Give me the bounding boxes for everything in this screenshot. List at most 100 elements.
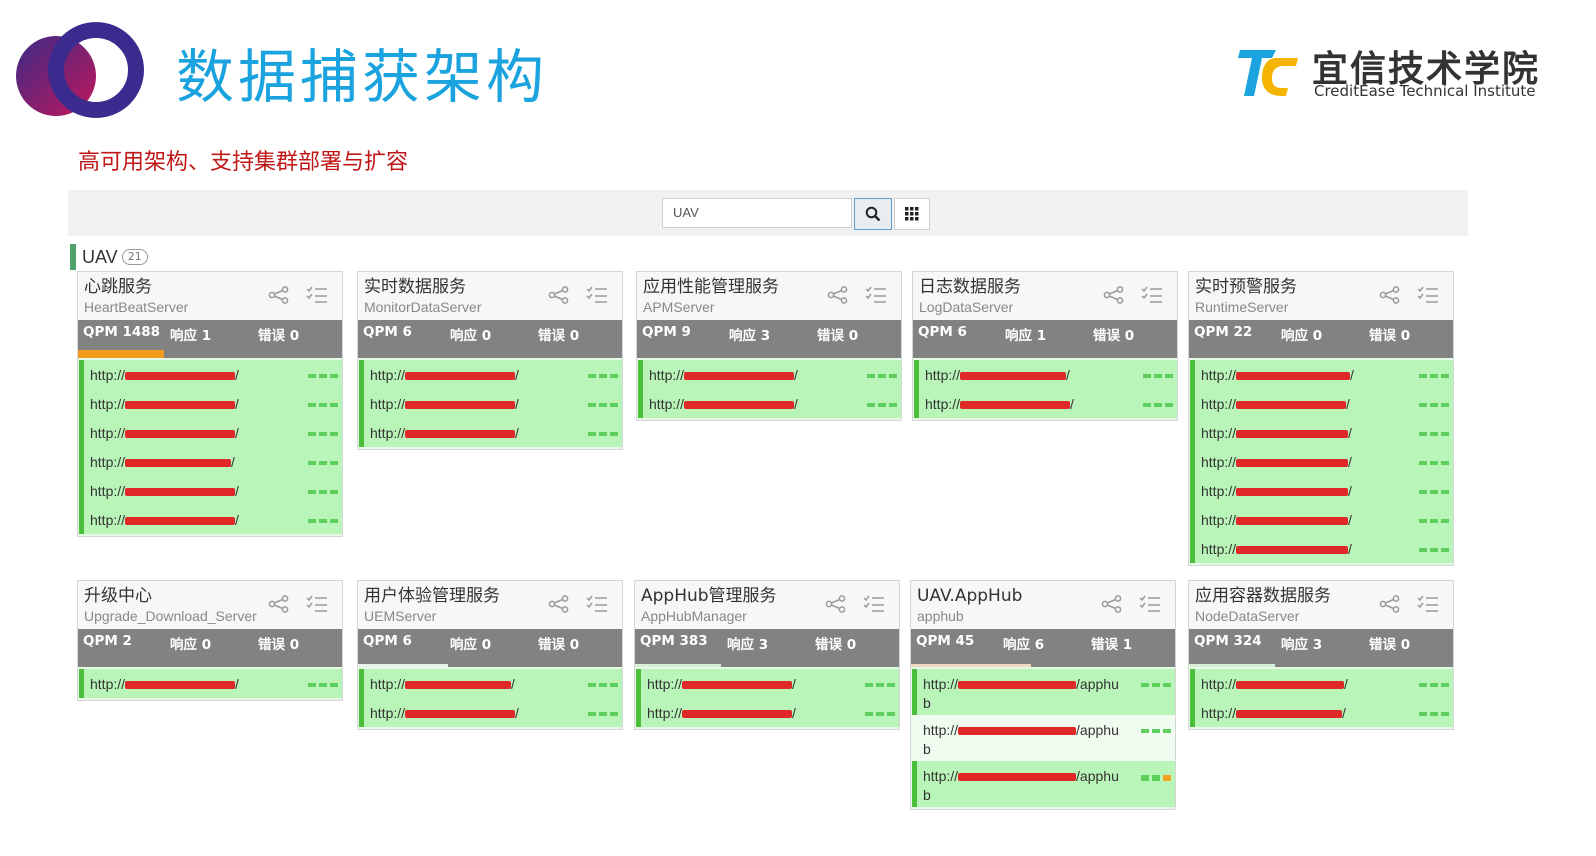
list-icon[interactable] bbox=[306, 286, 328, 304]
endpoint-url-suffix: / bbox=[794, 396, 798, 412]
endpoint-row[interactable]: http:// / bbox=[359, 418, 622, 447]
card-header: 实时数据服务 MonitorDataServer bbox=[358, 272, 622, 320]
endpoint-row[interactable]: http:// / bbox=[79, 360, 342, 389]
service-card[interactable]: 实时数据服务 MonitorDataServer QPM 6 响应 0 错误 0… bbox=[357, 271, 623, 450]
endpoint-url-suffix: / bbox=[515, 425, 519, 441]
card-header: 实时预警服务 RuntimeServer bbox=[1189, 272, 1453, 320]
share-icon[interactable] bbox=[268, 286, 290, 304]
search-input[interactable]: UAV bbox=[662, 198, 852, 228]
service-card[interactable]: 升级中心 Upgrade_Download_Server QPM 2 响应 0 … bbox=[77, 580, 343, 701]
endpoint-row[interactable]: http:///apphub bbox=[912, 669, 1175, 715]
endpoint-list: http:///apphub http:///apphub http:///ap… bbox=[911, 667, 1175, 809]
service-card[interactable]: 应用容器数据服务 NodeDataServer QPM 324 响应 3 错误 … bbox=[1188, 580, 1454, 730]
endpoint-url: http:// / bbox=[649, 395, 849, 414]
endpoint-row[interactable]: http:// / bbox=[359, 698, 622, 727]
endpoint-row[interactable]: http:// / bbox=[359, 360, 622, 389]
share-icon[interactable] bbox=[548, 595, 570, 613]
search-toolbar: UAV bbox=[68, 190, 1468, 236]
endpoint-row[interactable]: http:// / bbox=[1190, 360, 1453, 389]
slide-subtitle: 高可用架构、支持集群部署与扩容 bbox=[78, 150, 409, 175]
endpoint-list: http:// / http:// / bbox=[1189, 667, 1453, 729]
endpoint-row[interactable]: http:// / bbox=[1190, 669, 1453, 698]
service-card[interactable]: 日志数据服务 LogDataServer QPM 6 响应 1 错误 0 htt… bbox=[912, 271, 1178, 421]
endpoint-row[interactable]: http:// / bbox=[79, 447, 342, 476]
list-icon[interactable] bbox=[1417, 595, 1439, 613]
share-icon[interactable] bbox=[827, 286, 849, 304]
error-stat: 错误 0 bbox=[538, 328, 580, 344]
endpoint-url: http:// / bbox=[370, 704, 570, 723]
card-actions bbox=[1379, 286, 1439, 304]
service-card[interactable]: 实时预警服务 RuntimeServer QPM 22 响应 0 错误 0 ht… bbox=[1188, 271, 1454, 566]
status-sparkline bbox=[588, 374, 618, 378]
redacted-address bbox=[1236, 517, 1349, 526]
search-button[interactable] bbox=[854, 198, 892, 230]
endpoint-row[interactable]: http:// / bbox=[638, 360, 901, 389]
list-icon[interactable] bbox=[865, 286, 887, 304]
redacted-address bbox=[1236, 459, 1349, 468]
share-icon[interactable] bbox=[1103, 286, 1125, 304]
endpoint-row[interactable]: http:// / bbox=[636, 669, 899, 698]
endpoint-row[interactable]: http:// / bbox=[914, 360, 1177, 389]
endpoint-row[interactable]: http:// / bbox=[79, 476, 342, 505]
card-header: 心跳服务 HeartBeatServer bbox=[78, 272, 342, 320]
share-icon[interactable] bbox=[1379, 595, 1401, 613]
endpoint-url: http:// / bbox=[90, 424, 290, 443]
list-icon[interactable] bbox=[1141, 286, 1163, 304]
status-sparkline bbox=[865, 683, 895, 687]
endpoint-row[interactable]: http:// / bbox=[1190, 698, 1453, 727]
error-stat: 错误 0 bbox=[817, 328, 859, 344]
share-icon[interactable] bbox=[825, 595, 847, 613]
endpoint-row[interactable]: http:///apphub bbox=[912, 761, 1175, 807]
endpoint-row[interactable]: http:// / bbox=[914, 389, 1177, 418]
share-icon[interactable] bbox=[548, 286, 570, 304]
service-card[interactable]: UAV.AppHub apphub QPM 45 响应 6 错误 1 http:… bbox=[910, 580, 1176, 810]
list-icon[interactable] bbox=[1139, 595, 1161, 613]
list-icon[interactable] bbox=[1417, 286, 1439, 304]
service-card[interactable]: AppHub管理服务 AppHubManager QPM 383 响应 3 错误… bbox=[634, 580, 900, 730]
endpoint-row[interactable]: http:///apphub bbox=[912, 715, 1175, 761]
endpoint-url-prefix: http:// bbox=[370, 396, 406, 412]
service-card[interactable]: 用户体验管理服务 UEMServer QPM 6 响应 0 错误 0 http:… bbox=[357, 580, 623, 730]
service-card[interactable]: 应用性能管理服务 APMServer QPM 9 响应 3 错误 0 http:… bbox=[636, 271, 902, 421]
endpoint-row[interactable]: http:// / bbox=[79, 505, 342, 534]
endpoint-row[interactable]: http:// / bbox=[359, 389, 622, 418]
share-icon[interactable] bbox=[268, 595, 290, 613]
list-icon[interactable] bbox=[586, 286, 608, 304]
endpoint-row[interactable]: http:// / bbox=[1190, 476, 1453, 505]
endpoint-row[interactable]: http:// / bbox=[79, 669, 342, 698]
endpoint-row[interactable]: http:// / bbox=[1190, 389, 1453, 418]
share-icon[interactable] bbox=[1101, 595, 1123, 613]
endpoint-url-suffix: / bbox=[235, 425, 239, 441]
stat-bar: QPM 324 响应 3 错误 0 bbox=[1189, 629, 1453, 667]
error-stat: 错误 0 bbox=[1369, 328, 1411, 344]
qpm-stat: QPM 6 bbox=[363, 633, 412, 649]
endpoint-url-prefix: http:// bbox=[1201, 705, 1237, 721]
list-icon[interactable] bbox=[586, 595, 608, 613]
endpoint-row[interactable]: http:// / bbox=[636, 698, 899, 727]
redacted-address bbox=[405, 710, 516, 719]
status-sparkline bbox=[1419, 683, 1449, 687]
endpoint-row[interactable]: http:// / bbox=[79, 418, 342, 447]
grid-view-button[interactable] bbox=[894, 198, 930, 230]
service-card[interactable]: 心跳服务 HeartBeatServer QPM 1488 响应 1 错误 0 … bbox=[77, 271, 343, 537]
stat-bar: QPM 6 响应 0 错误 0 bbox=[358, 320, 622, 358]
endpoint-url-prefix: http:// bbox=[923, 676, 959, 692]
endpoint-row[interactable]: http:// / bbox=[79, 389, 342, 418]
endpoint-row[interactable]: http:// / bbox=[1190, 534, 1453, 563]
stat-bar: QPM 2 响应 0 错误 0 bbox=[78, 629, 342, 667]
card-header: 用户体验管理服务 UEMServer bbox=[358, 581, 622, 629]
endpoint-url: http:// / bbox=[90, 395, 290, 414]
endpoint-row[interactable]: http:// / bbox=[1190, 505, 1453, 534]
endpoint-row[interactable]: http:// / bbox=[1190, 447, 1453, 476]
list-icon[interactable] bbox=[306, 595, 328, 613]
endpoint-row[interactable]: http:// / bbox=[638, 389, 901, 418]
endpoint-row[interactable]: http:// / bbox=[1190, 418, 1453, 447]
list-icon[interactable] bbox=[863, 595, 885, 613]
endpoint-url-suffix: / bbox=[235, 367, 239, 383]
stat-bar: QPM 6 响应 1 错误 0 bbox=[913, 320, 1177, 358]
card-actions bbox=[1103, 286, 1163, 304]
load-progress-bar bbox=[358, 664, 448, 667]
share-icon[interactable] bbox=[1379, 286, 1401, 304]
response-stat: 响应 3 bbox=[727, 637, 769, 653]
endpoint-row[interactable]: http:// / bbox=[359, 669, 622, 698]
